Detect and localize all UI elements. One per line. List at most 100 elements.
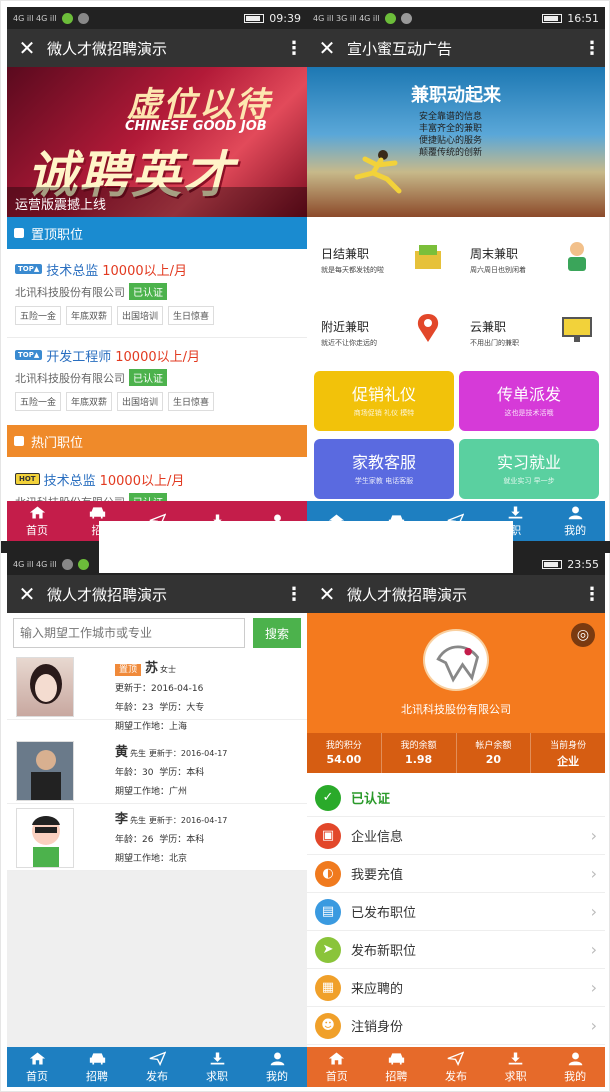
close-icon[interactable]: ✕ (7, 582, 47, 606)
page-title: 微人才微招聘演示 (47, 585, 168, 604)
category-title: 日结兼职 (321, 247, 370, 261)
tab-label: 招聘 (86, 1069, 108, 1083)
chevron-right-icon: › (590, 902, 597, 921)
menu-item-applicants[interactable]: ▦ 来应聘的 › (307, 969, 605, 1007)
company-name: 北讯科技股份有限公司 (15, 371, 125, 385)
banner-title: 兼职动起来 (411, 85, 501, 106)
runner-illustration (354, 150, 402, 194)
tab-home[interactable]: 首页 (307, 1047, 367, 1087)
search-button[interactable]: 搜索 (253, 618, 301, 648)
tab-home[interactable]: 首页 (7, 1047, 67, 1087)
page-title: 宣小蜜互动广告 (347, 39, 453, 58)
menu-item-company-info[interactable]: ▣ 企业信息 › (307, 817, 605, 855)
screen-top-right: 4G ill 3G ill 4G ill 16:51 ✕ 宣小蜜互动广告 ⋮ 兼… (307, 7, 605, 541)
more-icon[interactable]: ⋮ (579, 38, 605, 59)
tab-seek[interactable]: 求职 (486, 1047, 546, 1087)
perk: 生日惊喜 (168, 392, 215, 411)
stat-identity: 当前身份 企业 (531, 733, 605, 773)
tab-label: 我的 (564, 1069, 587, 1083)
info-icon: ▣ (315, 822, 341, 849)
tab-label: 首页 (325, 1069, 348, 1083)
resume-item[interactable]: 黄先生 更新于：2016-04-17 年龄：30 学历：本科 期望工作地：广州 (7, 737, 307, 804)
search-input[interactable] (13, 618, 245, 648)
age: 年龄：26 (115, 835, 154, 845)
tab-label: 求职 (504, 1069, 527, 1083)
company-name: 北讯科技股份有限公司 (401, 703, 511, 716)
resume-item[interactable]: 李先生 更新于：2016-04-17 年龄：26 学历：本科 期望工作地：北京 (7, 804, 307, 871)
tab-bar: 首页 招聘 发布 求职 我的 (307, 1047, 605, 1087)
more-icon[interactable]: ⋮ (281, 38, 307, 59)
menu-label: 我要充值 (351, 868, 404, 883)
empty-area (7, 871, 307, 1047)
tab-seek[interactable]: 求职 (187, 1047, 247, 1087)
banner[interactable]: 虚位以待 CHINESE GOOD JOB 诚聘英才 运营版震撼上线 (7, 67, 307, 217)
monitor-icon (562, 317, 592, 342)
banner-line: 安全靠谱的信息 (419, 112, 483, 122)
category-weekend[interactable]: 周末兼职 周六周日也别闲着 (456, 217, 605, 290)
tile-flyer[interactable]: 传单派发 这也是技术活哦 (459, 371, 599, 431)
job-title: 开发工程师 (46, 349, 112, 365)
user-icon (568, 1052, 582, 1065)
home-icon (29, 506, 45, 518)
job-item[interactable]: TOP▲ 开发工程师 10000以上/月 北讯科技股份有限公司 已认证 五险一金 年底双… (7, 345, 307, 411)
stat-value: 54.00 (326, 753, 362, 766)
battery-icon (244, 13, 265, 23)
close-icon[interactable]: ✕ (307, 582, 347, 606)
tab-me[interactable]: 我的 (545, 1047, 605, 1087)
tab-me[interactable]: 我的 (545, 501, 605, 541)
resume-info: 置顶苏女士 更新于：2016-04-16 年龄：23 学历：大专 期望工作地：上… (115, 659, 204, 737)
education: 学历：本科 (159, 835, 205, 845)
download-icon (210, 1052, 224, 1064)
perk: 五险一金 (15, 306, 62, 325)
tab-label: 求职 (206, 1069, 228, 1083)
tab-home[interactable]: 首页 (7, 501, 67, 541)
tile-sub: 商场促销 礼仪 模特 (353, 409, 415, 417)
screen-bottom-left: 4G ill 4G ill ✕ 微人才微招聘演示 ⋮ 搜索 置顶苏女士 更新于：… (7, 553, 307, 1087)
more-icon[interactable]: ⋮ (579, 584, 605, 605)
menu-item-logout[interactable]: ☻ 注销身份 › (307, 1007, 605, 1045)
user-icon (568, 506, 582, 519)
tile-tutor[interactable]: 家教客服 学生家教 电话客服 (314, 439, 454, 499)
tab-post[interactable]: 发布 (127, 1047, 187, 1087)
category-daily[interactable]: 日结兼职 就是每天都发钱的啦 (307, 217, 456, 290)
resume-item[interactable]: 置顶苏女士 更新于：2016-04-16 年龄：23 学历：大专 期望工作地：上… (7, 653, 307, 732)
tab-post[interactable]: 发布 (426, 1047, 486, 1087)
tile-title: 实习就业 (496, 453, 561, 472)
menu-item-recharge[interactable]: ◐ 我要充值 › (307, 855, 605, 893)
close-icon[interactable]: ✕ (7, 36, 47, 60)
menu-label: 来应聘的 (351, 982, 404, 997)
stat-label: 我的余额 (400, 741, 437, 751)
category-title: 云兼职 (470, 320, 507, 334)
page-title: 微人才微招聘演示 (47, 39, 168, 58)
tab-jobs[interactable]: 招聘 (367, 1047, 427, 1087)
settings-icon[interactable]: ◎ (571, 623, 595, 647)
banner-en: CHINESE GOOD JOB (125, 119, 267, 134)
stat-account: 帐户余额 20 (457, 733, 532, 773)
avatar (16, 657, 74, 717)
title-bar: ✕ 微人才微招聘演示 ⋮ (7, 29, 307, 67)
category-nearby[interactable]: 附近兼职 就近不让你走远的 (307, 290, 456, 363)
contact-icon: ▦ (315, 974, 341, 1001)
tab-label: 招聘 (385, 1069, 408, 1083)
tab-me[interactable]: 我的 (247, 1047, 307, 1087)
tab-label: 发布 (444, 1069, 467, 1083)
status-time: 16:51 (567, 11, 599, 25)
menu-item-posted-jobs[interactable]: ▤ 已发布职位 › (307, 893, 605, 931)
tile-promo[interactable]: 促销礼仪 商场促销 礼仪 模特 (314, 371, 454, 431)
status-time: 23:55 (567, 557, 599, 571)
more-icon[interactable]: ⋮ (281, 584, 307, 605)
perk: 出国培训 (117, 306, 164, 325)
verified-badge: 已认证 (129, 369, 167, 386)
chevron-right-icon: › (590, 940, 597, 959)
section-title: 置顶职位 (31, 227, 84, 243)
job-title: 技术总监 (43, 473, 96, 489)
car-icon (89, 506, 105, 518)
close-icon[interactable]: ✕ (307, 36, 347, 60)
banner[interactable]: 兼职动起来 安全靠谱的信息 丰富齐全的兼职 便捷贴心的服务 颠覆传统的创新 (307, 67, 605, 217)
tile-title: 传单派发 (496, 385, 561, 404)
tab-jobs[interactable]: 招聘 (67, 1047, 127, 1087)
menu-item-new-job[interactable]: ➤ 发布新职位 › (307, 931, 605, 969)
tile-intern[interactable]: 实习就业 就业实习 早一步 (459, 439, 599, 499)
category-cloud[interactable]: 云兼职 不用出门的兼职 (456, 290, 605, 363)
job-item[interactable]: TOP▲ 技术总监 10000以上/月 北讯科技股份有限公司 已认证 五险一金 年底双薪… (7, 259, 307, 325)
